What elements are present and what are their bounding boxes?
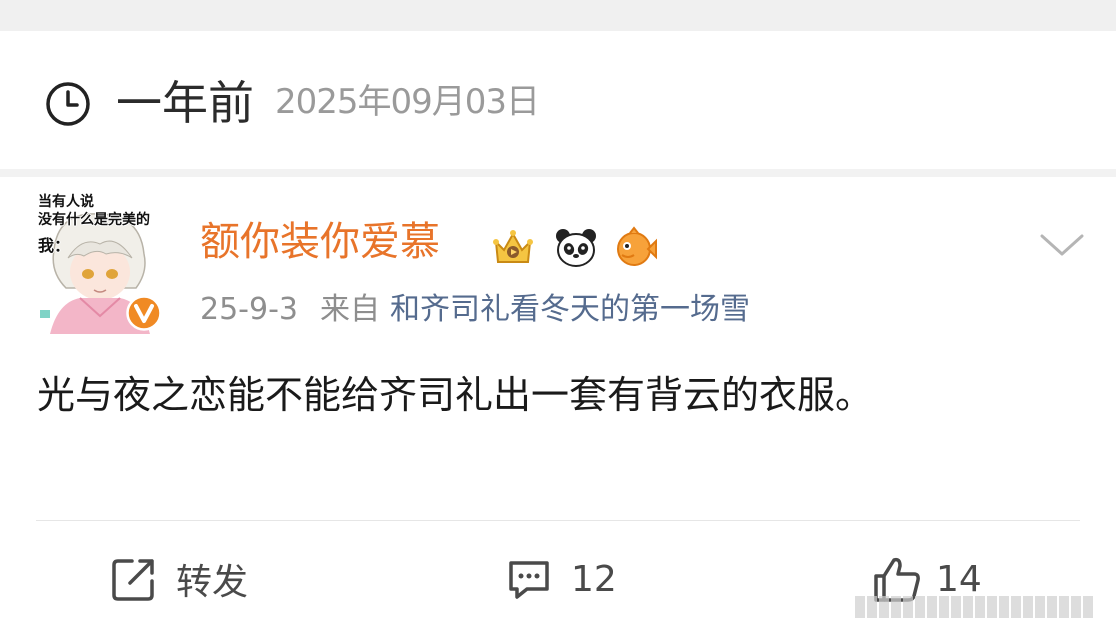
post-date: 25-9-3: [200, 292, 298, 327]
avatar-caption-line-1: 当有人说: [38, 194, 94, 210]
avatar-caption-line-3: 我：: [38, 236, 71, 255]
divider: [36, 520, 1080, 521]
comment-count: 12: [571, 558, 617, 600]
clock-icon: [46, 82, 90, 126]
panda-badge-icon: [556, 229, 596, 267]
watermark-strip: [855, 584, 1116, 629]
post-meta: 25-9-3 来自 和齐司礼看冬天的第一场雪: [200, 290, 750, 330]
top-bar: [0, 0, 1116, 31]
fish-badge-icon: [617, 226, 657, 266]
chevron-down-icon[interactable]: [1038, 230, 1086, 260]
source-prefix: 来自: [320, 292, 380, 327]
avatar-caption-line-2: 没有什么是完美的: [38, 212, 150, 228]
repost-label: 转发: [176, 562, 249, 603]
post-source-link[interactable]: 和齐司礼看冬天的第一场雪: [390, 292, 750, 327]
crown-badge-icon: [493, 230, 533, 263]
username[interactable]: 额你装你爱慕: [200, 217, 440, 267]
comment-button[interactable]: 12: [505, 553, 617, 605]
verified-v-icon: [126, 295, 162, 331]
absolute-date: 2025年09月03日: [275, 82, 540, 122]
post-text: 光与夜之恋能不能给齐司礼出一套有背云的衣服。: [37, 373, 874, 417]
section-separator: [0, 169, 1116, 177]
repost-icon: [112, 559, 154, 601]
relative-time: 一年前: [116, 76, 254, 130]
repost-button[interactable]: 转发: [110, 553, 248, 605]
comment-icon: [509, 561, 549, 599]
